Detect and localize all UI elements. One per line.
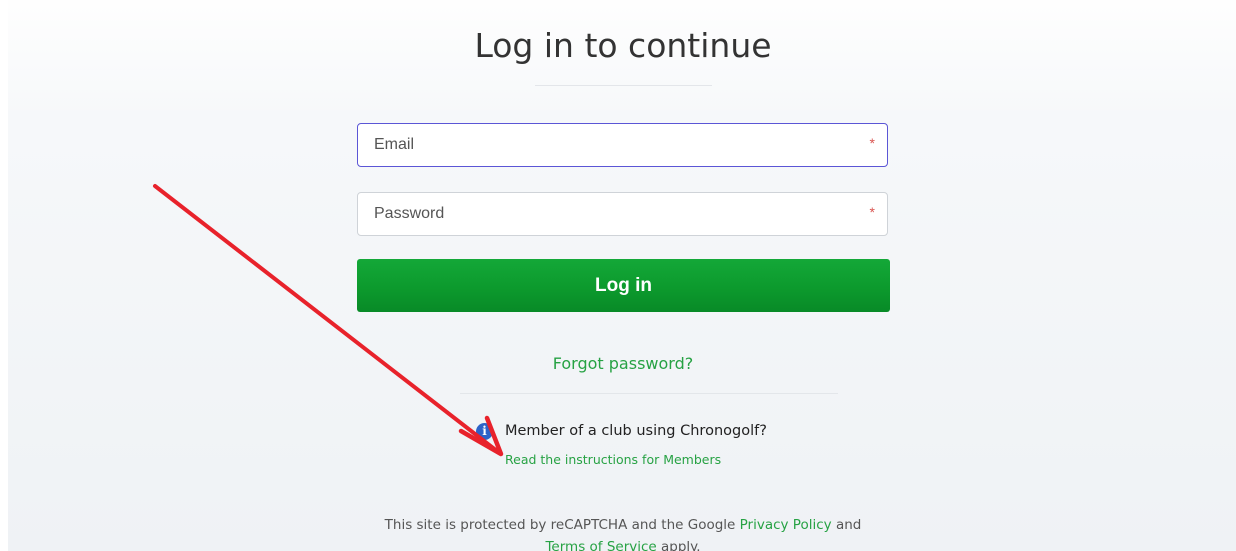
page-title: Log in to continue [474,26,772,65]
recaptcha-apply-text: apply. [656,539,701,551]
recaptcha-notice: This site is protected by reCAPTCHA and … [0,514,1236,551]
recaptcha-prefix-text: This site is protected by reCAPTCHA and … [384,517,740,533]
recaptcha-and-text: and [831,517,862,533]
email-required-mark: * [869,135,875,151]
password-input[interactable] [358,193,887,235]
member-question-text: Member of a club using Chronogolf? [505,423,767,439]
email-field-wrapper: * [357,123,888,167]
recaptcha-line-2: Terms of Service apply. [0,536,1236,551]
title-divider [535,85,712,86]
member-instructions-link[interactable]: Read the instructions for Members [505,452,721,467]
recaptcha-line-1: This site is protected by reCAPTCHA and … [0,514,1236,536]
section-divider [460,393,838,394]
member-info-row: i Member of a club using Chronogolf? [476,421,767,441]
email-input[interactable] [358,124,887,166]
terms-of-service-link[interactable]: Terms of Service [545,539,656,551]
forgot-password-link[interactable]: Forgot password? [0,354,1236,373]
password-field-wrapper: * [357,192,888,236]
password-required-mark: * [869,204,875,220]
privacy-policy-link[interactable]: Privacy Policy [740,517,832,533]
info-icon: i [476,422,493,440]
login-button[interactable]: Log in [357,259,890,312]
left-edge-strip [0,0,8,551]
